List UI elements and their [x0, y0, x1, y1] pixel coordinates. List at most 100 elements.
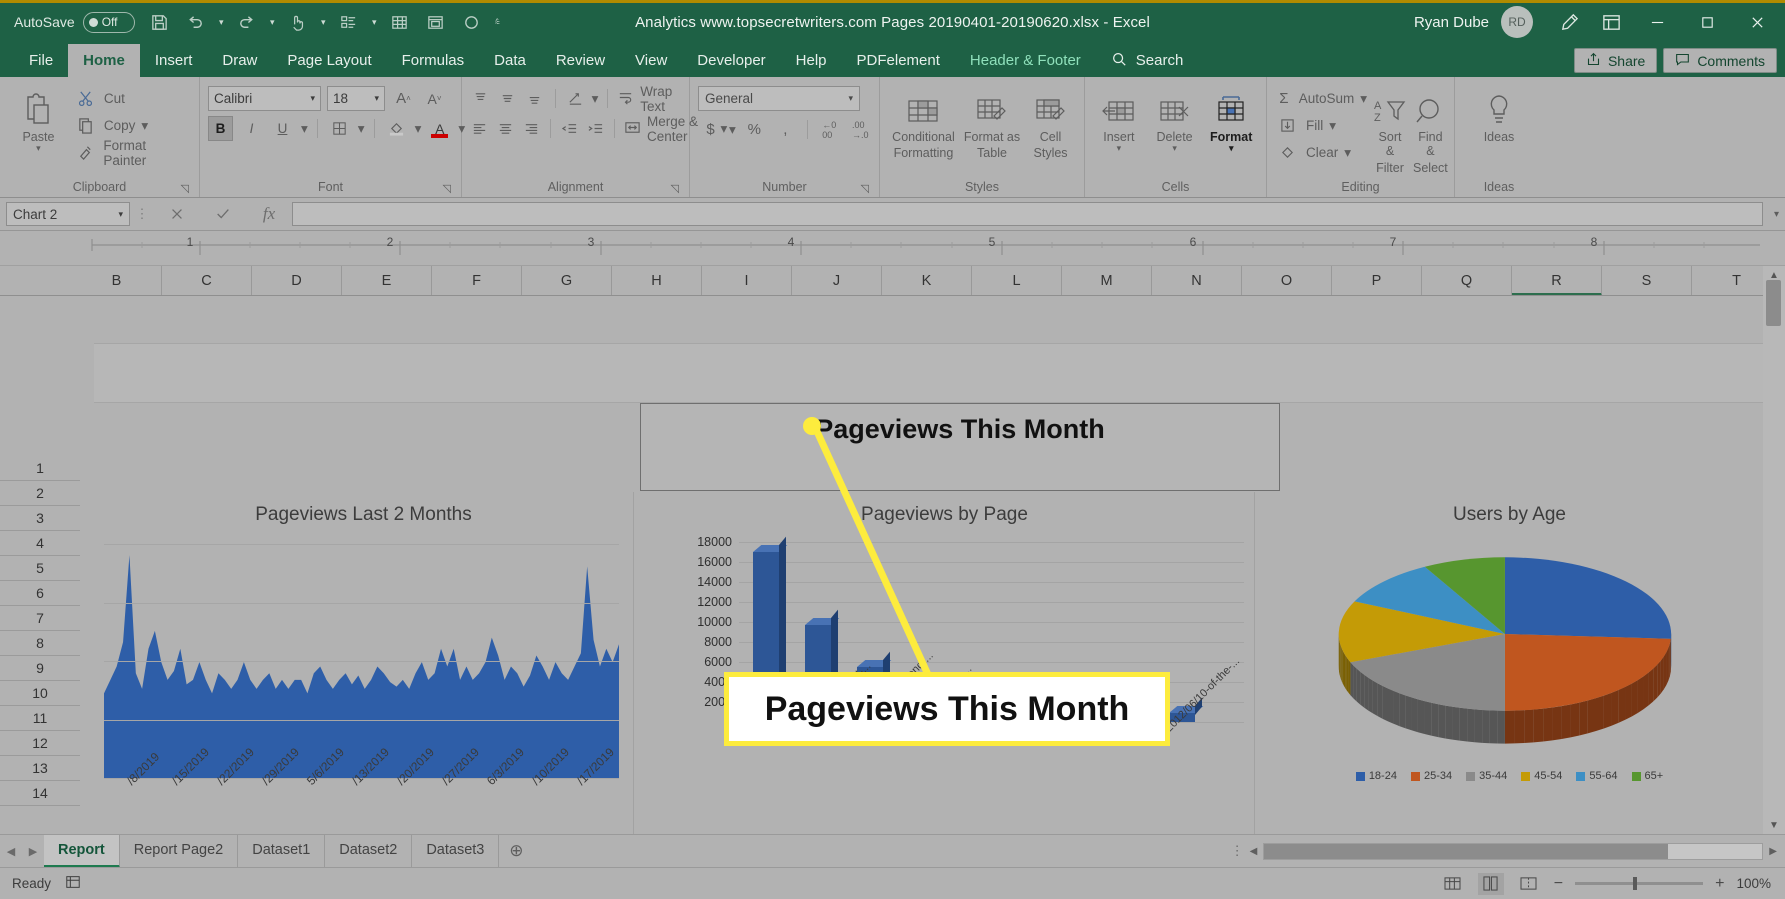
clear-button[interactable]: Clear ▾: [1275, 140, 1367, 165]
cancel-icon[interactable]: [154, 202, 200, 226]
number-dialog-launcher-icon[interactable]: ◹: [861, 182, 869, 195]
paste-dropdown-icon[interactable]: ▾: [36, 143, 41, 153]
align-top-icon[interactable]: [470, 86, 491, 111]
touch-mode-icon[interactable]: [281, 5, 315, 39]
clipboard-dialog-launcher-icon[interactable]: ◹: [181, 182, 189, 195]
vertical-scroll-thumb[interactable]: [1766, 280, 1781, 326]
avatar[interactable]: RD: [1501, 6, 1533, 38]
hscroll-left-icon[interactable]: ◀: [1250, 846, 1258, 857]
comma-format-icon[interactable]: ,: [773, 117, 798, 142]
row-header-3[interactable]: 3: [0, 506, 80, 531]
sort-dropdown-icon[interactable]: ▾: [368, 5, 381, 39]
horizontal-scroll-thumb[interactable]: [1264, 843, 1669, 859]
alignment-dialog-launcher-icon[interactable]: ◹: [671, 182, 679, 195]
table-icon[interactable]: [383, 5, 417, 39]
chart-pageviews-last-2-months[interactable]: Pageviews Last 2 Months /8/2019/15/2019/…: [94, 492, 634, 834]
column-header-n[interactable]: N: [1152, 266, 1242, 295]
formula-input[interactable]: [292, 202, 1763, 226]
insert-cells-dropdown-icon[interactable]: ▾: [1117, 143, 1122, 153]
number-format-dropdown-icon[interactable]: ▾: [848, 93, 853, 104]
wrap-text-button[interactable]: Wrap Text: [617, 84, 688, 114]
underline-button[interactable]: U: [270, 116, 295, 141]
close-icon[interactable]: [1733, 0, 1781, 44]
sheet-tab-dataset3[interactable]: Dataset3: [412, 834, 500, 868]
fill-button[interactable]: Fill ▾: [1275, 113, 1367, 138]
delete-cells-dropdown-icon[interactable]: ▾: [1172, 143, 1177, 153]
tab-insert[interactable]: Insert: [140, 44, 208, 77]
orientation-icon[interactable]: [564, 86, 585, 111]
sort-icon[interactable]: [332, 5, 366, 39]
add-sheet-icon[interactable]: ⊕: [499, 835, 533, 868]
page-layout-view-icon[interactable]: [1477, 872, 1504, 895]
tab-draw[interactable]: Draw: [207, 44, 272, 77]
borders-icon[interactable]: [327, 116, 352, 141]
customize-qat-icon[interactable]: ⩯: [491, 5, 504, 39]
copy-dropdown-icon[interactable]: ▾: [141, 118, 148, 134]
hscroll-right-icon[interactable]: ▶: [1769, 846, 1777, 857]
column-header-g[interactable]: G: [522, 266, 612, 295]
redo-dropdown-icon[interactable]: ▾: [266, 5, 279, 39]
first-sheet-icon[interactable]: ◀: [0, 835, 22, 868]
format-cells-button[interactable]: Format ▾: [1204, 82, 1258, 154]
column-header-d[interactable]: D: [252, 266, 342, 295]
tab-page-layout[interactable]: Page Layout: [272, 44, 386, 77]
format-cells-dropdown-icon[interactable]: ▾: [1229, 143, 1234, 153]
horizontal-scrollbar[interactable]: [1263, 842, 1764, 860]
tabs-overflow-icon[interactable]: ⋮: [1231, 843, 1244, 859]
column-header-r[interactable]: R: [1512, 266, 1602, 295]
row-header-12[interactable]: 12: [0, 731, 80, 756]
column-header-q[interactable]: Q: [1422, 266, 1512, 295]
row-header-11[interactable]: 11: [0, 706, 80, 731]
row-header-5[interactable]: 5: [0, 556, 80, 581]
font-name-input[interactable]: Calibri ▾: [208, 86, 321, 111]
row-header-6[interactable]: 6: [0, 581, 80, 606]
grow-font-icon[interactable]: A ˄: [391, 86, 416, 111]
column-header-j[interactable]: J: [792, 266, 882, 295]
column-header-m[interactable]: M: [1062, 266, 1152, 295]
zoom-slider-knob[interactable]: [1633, 877, 1638, 890]
zoom-level[interactable]: 100%: [1736, 876, 1771, 891]
search-input[interactable]: Search: [1096, 44, 1199, 77]
shrink-font-icon[interactable]: A ˅: [422, 86, 447, 111]
row-header-2[interactable]: 2: [0, 481, 80, 506]
column-header-p[interactable]: P: [1332, 266, 1422, 295]
orientation-dropdown-icon[interactable]: ▾: [592, 91, 599, 107]
vertical-scrollbar[interactable]: ▲ ▼: [1763, 266, 1785, 834]
fill-color-icon[interactable]: [384, 116, 409, 141]
increase-decimal-icon[interactable]: ←0 00: [817, 117, 842, 142]
column-header-o[interactable]: O: [1242, 266, 1332, 295]
page-break-view-icon[interactable]: [1516, 873, 1542, 895]
column-header-f[interactable]: F: [432, 266, 522, 295]
undo-icon[interactable]: [179, 5, 213, 39]
copy-button[interactable]: Copy ▾: [73, 113, 191, 138]
share-button[interactable]: Share: [1573, 48, 1658, 73]
undo-dropdown-icon[interactable]: ▾: [215, 5, 228, 39]
record-macro-icon[interactable]: [455, 5, 489, 39]
column-header-k[interactable]: K: [882, 266, 972, 295]
insert-function-icon[interactable]: fx: [246, 202, 292, 226]
align-center-icon[interactable]: [496, 116, 516, 141]
redo-icon[interactable]: [230, 5, 264, 39]
chart-users-by-age[interactable]: Users by Age 18-24 25-34 35-44 45-54 55-64 65…: [1256, 492, 1763, 834]
fill-dropdown-icon[interactable]: ▾: [1329, 118, 1336, 134]
sheet-tab-report[interactable]: Report: [44, 834, 120, 868]
normal-view-icon[interactable]: [1440, 873, 1466, 895]
formula-bar-handle[interactable]: ⋮: [130, 206, 154, 222]
percent-format-icon[interactable]: %: [742, 117, 767, 142]
row-header-13[interactable]: 13: [0, 756, 80, 781]
restore-icon[interactable]: [1683, 0, 1731, 44]
chart-pageviews-by-page[interactable]: Pageviews by Page 18000 16000 14000 12000 10…: [635, 492, 1255, 834]
cell-styles-button[interactable]: Cell Styles: [1025, 82, 1076, 161]
accessibility-icon[interactable]: [65, 874, 81, 893]
autosum-dropdown-icon[interactable]: ▾: [1360, 91, 1367, 107]
decrease-indent-icon[interactable]: [560, 116, 580, 141]
bold-button[interactable]: B: [208, 116, 233, 141]
format-painter-button[interactable]: Format Painter: [73, 138, 191, 168]
autosum-button[interactable]: Σ AutoSum ▾: [1275, 86, 1367, 111]
number-format-select[interactable]: General ▾: [698, 86, 860, 111]
ideas-button[interactable]: Ideas: [1468, 82, 1530, 144]
find-select-button[interactable]: Find & Select: [1413, 82, 1448, 175]
row-header-4[interactable]: 4: [0, 531, 80, 556]
tab-formulas[interactable]: Formulas: [387, 44, 480, 77]
paste-button[interactable]: Paste ▾: [8, 82, 69, 154]
